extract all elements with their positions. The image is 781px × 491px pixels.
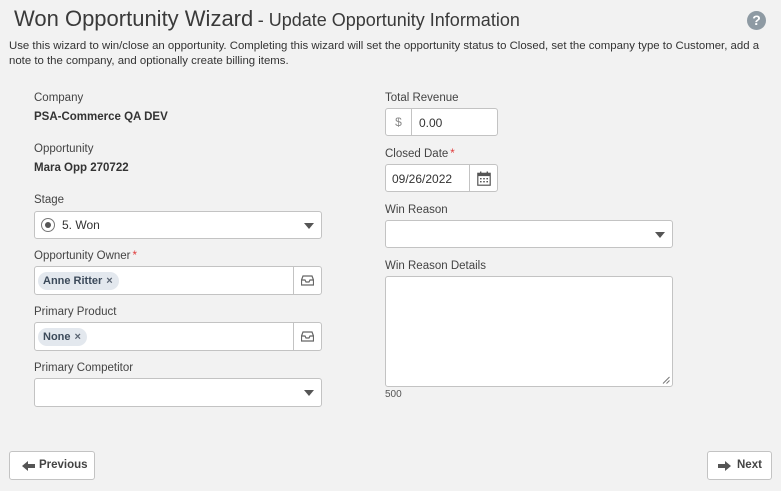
arrow-left-icon xyxy=(22,461,35,471)
win-reason-select[interactable] xyxy=(385,220,673,248)
currency-symbol: $ xyxy=(386,109,412,135)
remove-tag-icon[interactable]: × xyxy=(106,275,112,287)
help-icon[interactable]: ? xyxy=(747,11,766,30)
primary-competitor-label: Primary Competitor xyxy=(34,362,134,374)
required-marker: * xyxy=(450,148,455,160)
company-label: Company xyxy=(34,92,84,104)
owner-picker-button[interactable] xyxy=(293,267,321,294)
opportunity-value: Mara Opp 270722 xyxy=(34,162,129,174)
owner-tag-label: Anne Ritter xyxy=(43,275,103,287)
stage-value: 5. Won xyxy=(62,218,100,232)
next-button[interactable]: Next xyxy=(707,451,772,480)
company-value: PSA-Commerce QA DEV xyxy=(34,111,168,123)
primary-competitor-select[interactable] xyxy=(34,378,322,407)
owner-tag: Anne Ritter × xyxy=(38,272,119,290)
primary-product-label: Primary Product xyxy=(34,306,117,318)
closed-date-label-text: Closed Date xyxy=(385,148,449,160)
opportunity-owner-field[interactable]: Anne Ritter × xyxy=(34,266,322,295)
product-tag-label: None xyxy=(43,331,71,343)
opportunity-owner-label-text: Opportunity Owner xyxy=(34,250,131,262)
previous-button-label: Previous xyxy=(39,459,88,471)
page-header: Won Opportunity Wizard - Update Opportun… xyxy=(14,6,520,32)
next-button-label: Next xyxy=(737,459,762,471)
win-reason-details-textarea[interactable] xyxy=(385,276,673,387)
total-revenue-value: 0.00 xyxy=(419,116,443,130)
total-revenue-field[interactable]: $ 0.00 xyxy=(385,108,498,136)
closed-date-label: Closed Date * xyxy=(385,148,455,160)
product-tag: None × xyxy=(38,328,87,346)
page-title: Won Opportunity Wizard xyxy=(14,6,254,31)
win-reason-details-label: Win Reason Details xyxy=(385,260,486,272)
calendar-button[interactable] xyxy=(469,165,497,191)
calendar-icon xyxy=(477,171,491,186)
chevron-down-icon[interactable] xyxy=(655,232,665,238)
character-counter: 500 xyxy=(385,389,402,400)
total-revenue-label: Total Revenue xyxy=(385,92,459,104)
remove-tag-icon[interactable]: × xyxy=(75,331,81,343)
arrow-right-icon xyxy=(718,461,731,471)
product-picker-button[interactable] xyxy=(293,323,321,350)
primary-product-field[interactable]: None × xyxy=(34,322,322,351)
picker-icon xyxy=(301,275,314,286)
stage-label: Stage xyxy=(34,194,65,206)
picker-icon xyxy=(301,331,314,342)
opportunity-owner-label: Opportunity Owner * xyxy=(34,250,137,262)
previous-button[interactable]: Previous xyxy=(9,451,95,480)
chevron-down-icon[interactable] xyxy=(304,223,314,229)
opportunity-label: Opportunity xyxy=(34,143,94,155)
closed-date-value: 09/26/2022 xyxy=(392,172,453,186)
stage-select[interactable]: 5. Won xyxy=(34,211,322,239)
win-reason-label: Win Reason xyxy=(385,204,448,216)
resize-grip-icon[interactable] xyxy=(662,376,670,384)
chevron-down-icon[interactable] xyxy=(304,390,314,396)
closed-date-field[interactable]: 09/26/2022 xyxy=(385,164,498,192)
required-marker: * xyxy=(132,250,137,262)
radio-icon xyxy=(41,218,55,232)
page-subtitle: - Update Opportunity Information xyxy=(257,10,520,30)
wizard-description: Use this wizard to win/close an opportun… xyxy=(9,40,760,67)
